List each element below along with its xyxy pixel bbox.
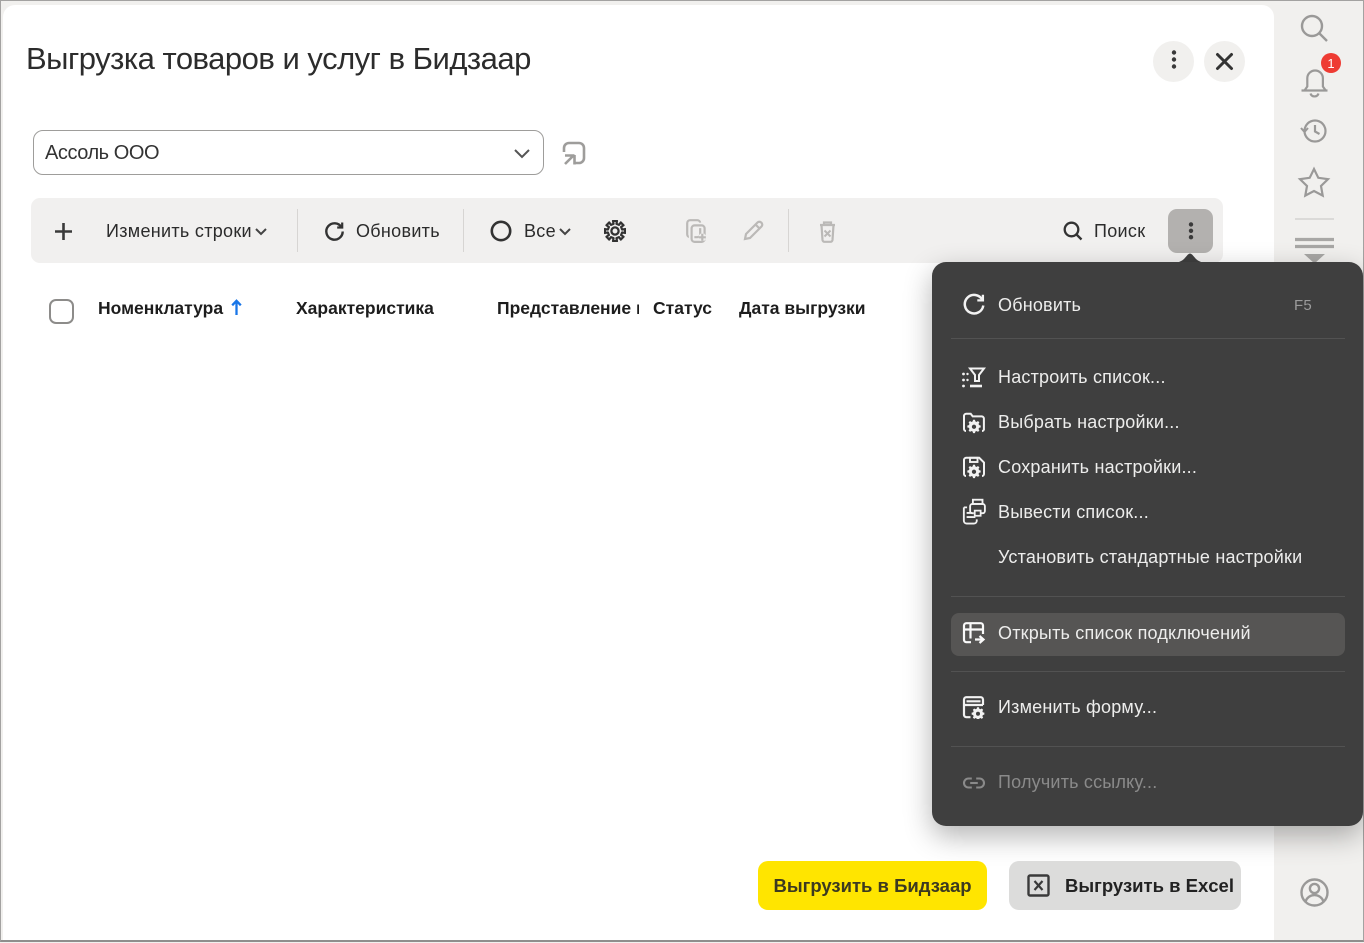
- svg-text:1: 1: [1327, 56, 1334, 71]
